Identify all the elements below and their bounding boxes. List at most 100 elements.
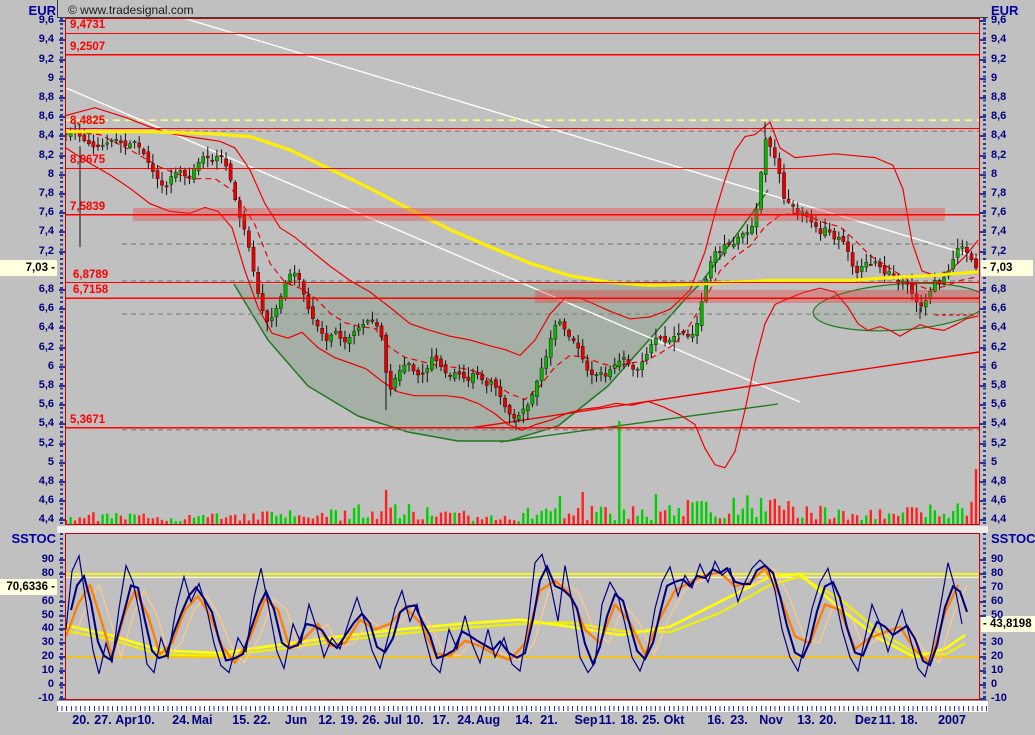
- x-tick-label: 20.: [819, 713, 836, 727]
- price-level-label: 6,7158: [73, 284, 108, 297]
- y-tick-label: 7,6: [991, 206, 1006, 219]
- y-tick-label: 8,6: [991, 110, 1006, 123]
- x-tick-label: Mai: [192, 713, 213, 727]
- y-tick-label: 7,8: [8, 187, 54, 200]
- x-tick-label: 11.: [879, 713, 896, 727]
- y-tick-label: 9,6: [991, 14, 1006, 27]
- y-tick-label: 5,8: [991, 379, 1006, 392]
- sstoc-tick-label: -10: [991, 692, 1007, 705]
- sstoc-major-tick: [59, 573, 65, 575]
- x-tick-label: 14.: [515, 713, 532, 727]
- current-price-label-left: 7,03 -: [0, 260, 57, 276]
- sstoc-plot[interactable]: [65, 533, 980, 700]
- y-tick-label: 5,4: [991, 417, 1006, 430]
- y-major-tick: [59, 500, 65, 502]
- sstoc-tick-label: 40: [8, 622, 54, 635]
- sstoc-tick-label: 10: [8, 664, 54, 677]
- x-tick-label: 25.: [642, 713, 659, 727]
- x-tick-label: 17.: [432, 713, 449, 727]
- y-tick-label: 6,6: [8, 302, 54, 315]
- date-axis[interactable]: [57, 700, 988, 712]
- x-tick-label: 15.: [232, 713, 249, 727]
- y-tick-label: 5,6: [8, 398, 54, 411]
- y-major-tick: [59, 231, 65, 233]
- y-major-tick: [980, 193, 986, 195]
- y-tick-label: 6,8: [8, 283, 54, 296]
- y-major-tick: [59, 327, 65, 329]
- y-major-tick: [980, 135, 986, 137]
- y-major-tick: [59, 78, 65, 80]
- sstoc-major-tick: [59, 559, 65, 561]
- price-level-label: 7,5839: [70, 201, 105, 214]
- x-tick-label: 21.: [540, 713, 557, 727]
- y-tick-label: 6,2: [8, 341, 54, 354]
- sstoc-tick-label: 50: [991, 609, 1003, 622]
- sstoc-major-tick: [980, 698, 986, 700]
- y-tick-label: 4,4: [8, 513, 54, 526]
- panel-separator: [57, 526, 988, 533]
- sstoc-tick-label: 10: [991, 664, 1003, 677]
- x-tick-label: 27.: [94, 713, 111, 727]
- x-tick-label: 24.: [172, 713, 189, 727]
- y-tick-label: 8,2: [8, 149, 54, 162]
- sstoc-tick-label: 30: [8, 636, 54, 649]
- y-tick-label: 8,8: [991, 91, 1006, 104]
- y-major-tick: [980, 500, 986, 502]
- y-major-tick: [59, 155, 65, 157]
- y-major-tick: [980, 155, 986, 157]
- y-major-tick: [59, 366, 65, 368]
- sstoc-tick-label: 50: [8, 609, 54, 622]
- y-major-tick: [59, 481, 65, 483]
- left-price-axis[interactable]: [57, 18, 65, 525]
- y-tick-label: 4,6: [8, 494, 54, 507]
- y-major-tick: [980, 20, 986, 22]
- sstoc-tick-label: 80: [991, 567, 1003, 580]
- sstoc-value-label-left: 70,6336 -: [0, 579, 57, 595]
- y-major-tick: [980, 462, 986, 464]
- sstoc-tick-label: 90: [991, 553, 1003, 566]
- y-major-tick: [980, 212, 986, 214]
- y-major-tick: [59, 193, 65, 195]
- x-tick-label: Aug: [476, 713, 500, 727]
- y-major-tick: [59, 308, 65, 310]
- x-tick-label: 13.: [797, 713, 814, 727]
- sstoc-major-tick: [980, 684, 986, 686]
- x-tick-label: 10.: [406, 713, 423, 727]
- y-major-tick: [59, 174, 65, 176]
- sstoc-major-tick: [980, 587, 986, 589]
- y-major-tick: [980, 97, 986, 99]
- y-tick-label: 9,4: [8, 33, 54, 46]
- x-tick-label: 2007: [938, 713, 966, 727]
- y-tick-label: 7,8: [991, 187, 1006, 200]
- y-major-tick: [59, 39, 65, 41]
- sstoc-title-left: SSTOC: [4, 532, 56, 546]
- y-tick-label: 5,2: [991, 437, 1006, 450]
- x-tick-label: Dez: [855, 713, 877, 727]
- y-major-tick: [980, 308, 986, 310]
- x-tick-label: 24.: [457, 713, 474, 727]
- sstoc-tick-label: 70: [991, 581, 1003, 594]
- sstoc-tick-label: 20: [991, 650, 1003, 663]
- y-tick-label: 9,4: [991, 33, 1006, 46]
- main-price-plot[interactable]: [65, 18, 980, 525]
- y-tick-label: 8: [8, 168, 54, 181]
- sstoc-major-tick: [59, 642, 65, 644]
- x-tick-label: 18.: [900, 713, 917, 727]
- x-tick-label: Nov: [759, 713, 783, 727]
- sstoc-major-tick: [980, 656, 986, 658]
- y-tick-label: 8,8: [8, 91, 54, 104]
- y-major-tick: [59, 20, 65, 22]
- x-tick-label: Jun: [285, 713, 307, 727]
- y-major-tick: [59, 385, 65, 387]
- sstoc-tick-label: 60: [8, 595, 54, 608]
- sstoc-major-tick: [59, 698, 65, 700]
- y-major-tick: [980, 78, 986, 80]
- y-tick-label: 4,6: [991, 494, 1006, 507]
- sstoc-tick-label: -10: [8, 692, 54, 705]
- y-major-tick: [59, 423, 65, 425]
- price-level-label: 9,2507: [70, 41, 105, 54]
- y-major-tick: [59, 347, 65, 349]
- y-tick-label: 7,2: [8, 245, 54, 258]
- y-tick-label: 7,6: [8, 206, 54, 219]
- y-tick-label: 5,6: [991, 398, 1006, 411]
